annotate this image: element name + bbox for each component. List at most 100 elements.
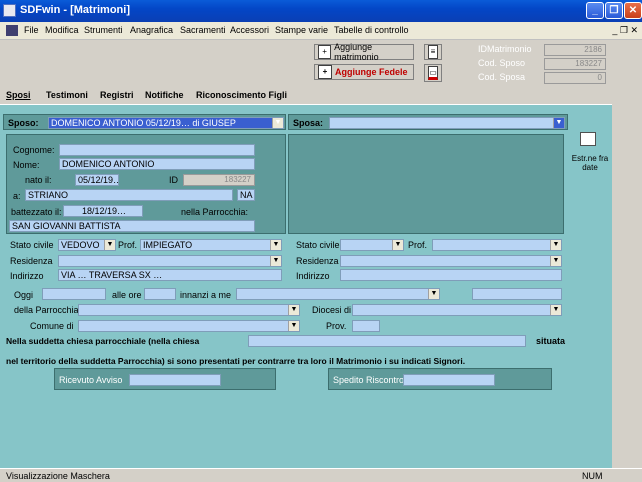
id-label: ID [169, 175, 178, 185]
close-button[interactable]: ✕ [624, 2, 642, 19]
della-parrocchia-select[interactable]: ▼ [78, 304, 300, 316]
print-icon-button[interactable]: ≡ [424, 44, 442, 60]
menu-strumenti[interactable]: Strumenti [84, 25, 123, 35]
add-faithful-button[interactable]: + Aggiunge Fedele [314, 64, 414, 80]
side-scrollbar[interactable] [612, 104, 642, 468]
tab-testimoni[interactable]: Testimoni [46, 90, 88, 100]
nato-field[interactable]: 05/12/19… [75, 174, 119, 186]
nato-label: nato il: [25, 175, 52, 185]
sposa-header: Sposa: ▼ [288, 114, 568, 130]
sposa-residenza-label: Residenza [296, 256, 339, 266]
chiesa-text: Nella suddetta chiesa parrocchiale (nell… [6, 336, 200, 346]
sposa-prof-label: Prof. [408, 240, 428, 250]
chiesa-field[interactable] [248, 335, 526, 347]
menu-anagrafica[interactable]: Anagrafica [130, 25, 173, 35]
tab-sposi[interactable]: Sposi [6, 90, 31, 100]
chevron-down-icon: ▼ [104, 240, 115, 250]
menu-file[interactable]: File [24, 25, 39, 35]
stato-civile-select[interactable]: VEDOVO ▼ [58, 239, 116, 251]
chevron-down-icon: ▼ [270, 240, 281, 250]
calendar-icon[interactable] [580, 132, 596, 146]
sposa-select[interactable]: ▼ [329, 117, 565, 129]
cod-sposo-field: 183227 [544, 58, 606, 70]
maximize-button[interactable]: ❐ [605, 2, 623, 19]
sposa-prof-select[interactable]: ▼ [432, 239, 562, 251]
id-field: 183227 [183, 174, 255, 186]
sposo-select[interactable]: DOMENICO ANTONIO 05/12/19… di GIUSEP ▼ [48, 117, 284, 129]
sposa-indirizzo-label: Indirizzo [296, 271, 330, 281]
comune-select[interactable]: ▼ [78, 320, 300, 332]
residenza-select[interactable]: ▼ [58, 255, 282, 267]
sposa-detail-panel [288, 134, 564, 234]
prov-input[interactable] [352, 320, 380, 332]
menu-accessori[interactable]: Accessori [230, 25, 269, 35]
title-bar: SDFwin - [Matrimoni] _ ❐ ✕ [0, 0, 642, 22]
residenza-label: Residenza [10, 256, 53, 266]
luogo-field[interactable]: STRIANO [25, 189, 233, 201]
indirizzo-label: Indirizzo [10, 271, 44, 281]
cod-sposo-label: Cod. Sposo [478, 58, 526, 68]
app-icon [3, 4, 16, 17]
prof-label: Prof. [118, 240, 138, 250]
cod-sposa-field: 0 [544, 72, 606, 84]
ricevuto-avviso-field[interactable] [129, 374, 221, 386]
minimize-button[interactable]: _ [586, 2, 604, 19]
parrocchia-field[interactable]: SAN GIOVANNI BATTISTA [9, 220, 255, 232]
spedito-riscontro-field[interactable] [403, 374, 495, 386]
menu-sacramenti[interactable]: Sacramenti [180, 25, 226, 35]
archive-icon: ▭ [428, 66, 438, 80]
menu-stampe-varie[interactable]: Stampe varie [275, 25, 328, 35]
mdi-window-controls[interactable]: _ ❐ ✕ [612, 25, 638, 36]
indirizzo-field[interactable]: VIA … TRAVERSA SX … [58, 269, 282, 281]
cod-sposa-label: Cod. Sposa [478, 72, 526, 82]
menu-modifica[interactable]: Modifica [45, 25, 79, 35]
id-marriage-field: 2186 [544, 44, 606, 56]
chevron-down-icon: ▼ [392, 240, 403, 250]
diocesi-select[interactable]: ▼ [352, 304, 562, 316]
extra-field[interactable] [472, 288, 562, 300]
add-marriage-label: Aggiunge matrimonio [334, 42, 379, 62]
chevron-down-icon: ▼ [550, 256, 561, 266]
chevron-down-icon: ▼ [288, 321, 299, 331]
della-parrocchia-label: della Parrocchia [14, 305, 79, 315]
cognome-label: Cognome: [13, 145, 55, 155]
mdi-doc-icon[interactable] [6, 25, 18, 36]
cognome-field[interactable] [59, 144, 255, 156]
chevron-down-icon: ▼ [550, 240, 561, 250]
tab-notifiche[interactable]: Notifiche [145, 90, 184, 100]
window-title: SDFwin - [Matrimoni] [20, 4, 130, 16]
add-marriage-button[interactable]: + Aggiunge matrimonio [314, 42, 414, 62]
nome-label: Nome: [13, 160, 40, 170]
sposa-stato-civile-select[interactable]: ▼ [340, 239, 404, 251]
menu-tabelle-controllo[interactable]: Tabelle di controllo [334, 25, 409, 35]
battezzato-field[interactable]: 18/12/19… [63, 205, 143, 217]
sposo-detail-panel: Cognome: Nome: DOMENICO ANTONIO nato il:… [6, 134, 286, 234]
estrazione-label[interactable]: Estr.ne fra date [570, 154, 610, 172]
sposa-indirizzo-field[interactable] [340, 269, 562, 281]
celebrante-select[interactable]: ▼ [236, 288, 440, 300]
prov-field[interactable]: NA [237, 189, 255, 201]
toolbar-area: + Aggiunge matrimonio + Aggiunge Fedele ≡ … [0, 40, 642, 88]
num-lock-indicator: NUM [582, 471, 603, 481]
status-text: Visualizzazione Maschera [6, 471, 110, 481]
oggi-field[interactable] [42, 288, 106, 300]
ore-field[interactable] [144, 288, 176, 300]
sposa-residenza-select[interactable]: ▼ [340, 255, 562, 267]
tab-registri[interactable]: Registri [100, 90, 134, 100]
alle-ore-label: alle ore [112, 290, 142, 300]
stato-civile-value: VEDOVO [61, 240, 100, 250]
sposa-label: Sposa: [293, 118, 324, 128]
prof-select[interactable]: IMPIEGATO ▼ [140, 239, 282, 251]
print-icon: ≡ [428, 45, 438, 59]
prof-value: IMPIEGATO [143, 240, 193, 250]
archive-icon-button[interactable]: ▭ [424, 64, 442, 82]
ricevuto-avviso-label: Ricevuto Avviso [59, 375, 123, 385]
situata-label: situata [536, 336, 566, 346]
sposo-select-value: DOMENICO ANTONIO 05/12/19… di GIUSEP [51, 118, 236, 128]
nome-field[interactable]: DOMENICO ANTONIO [59, 158, 255, 170]
tab-riconoscimento-figli[interactable]: Riconoscimento Figli [196, 90, 287, 100]
chevron-down-icon: ▼ [272, 118, 283, 128]
spedito-riscontro-label: Spedito Riscontro [333, 375, 405, 385]
stato-civile-label: Stato civile [10, 240, 54, 250]
battezzato-label: battezzato il: [11, 207, 62, 217]
